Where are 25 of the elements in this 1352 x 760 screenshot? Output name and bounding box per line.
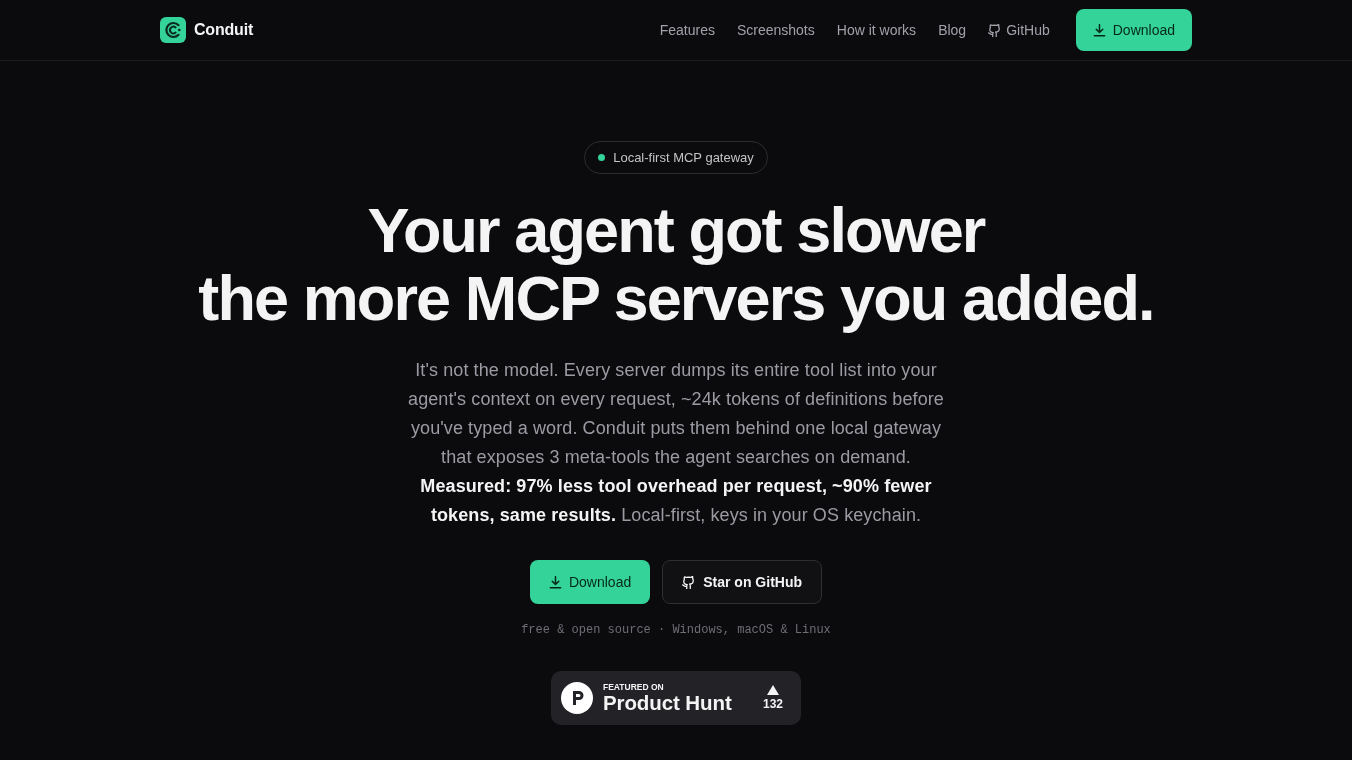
nav-link[interactable]: Features [659,19,715,41]
status-dot-icon [598,154,606,161]
nav-link[interactable]: Screenshots [736,19,815,41]
github-icon [682,575,696,589]
brand-name[interactable]: Conduit [194,18,254,42]
star-github-button[interactable]: Star on GitHub [662,560,822,604]
logo-icon [160,17,186,43]
nav-link[interactable]: GitHub [988,19,1050,41]
platform-note: free & open source · Windows, macOS & Linux [521,622,831,639]
github-icon [988,23,1002,37]
nav-link[interactable]: Blog [938,19,967,41]
download-icon [1092,23,1106,37]
p-logo-icon [561,682,593,714]
tagline-text: Local-first MCP gateway [613,148,754,167]
download-button[interactable]: Download [529,560,651,604]
hero-description: It's not the model. Every server dumps its entire tool list into your agent's context on every request, ~24k tokens of definitions before you've typed a word. Conduit puts them behind one local gateway that exposes 3 meta-tools the agent searches on demand. Measured: 97% less tool overhead per request, ~90% fewer tokens, same results. Local-first, keys in your OS keychain. [407,359,945,527]
product-hunt-name: Product Hunt [603,692,732,714]
featured-label: FEATURED ON [603,682,664,692]
hero-headline: Your agent got slower the more MCP servers you added. [198,196,1154,332]
product-hunt-badge[interactable]: FEATURED ON Product Hunt 132 [551,671,801,725]
upvote-count: 132 [762,698,783,711]
download-icon [548,575,562,589]
download-button[interactable]: Download [1075,9,1192,51]
nav-link[interactable]: How it works [836,19,917,41]
triangle-icon [767,685,779,695]
